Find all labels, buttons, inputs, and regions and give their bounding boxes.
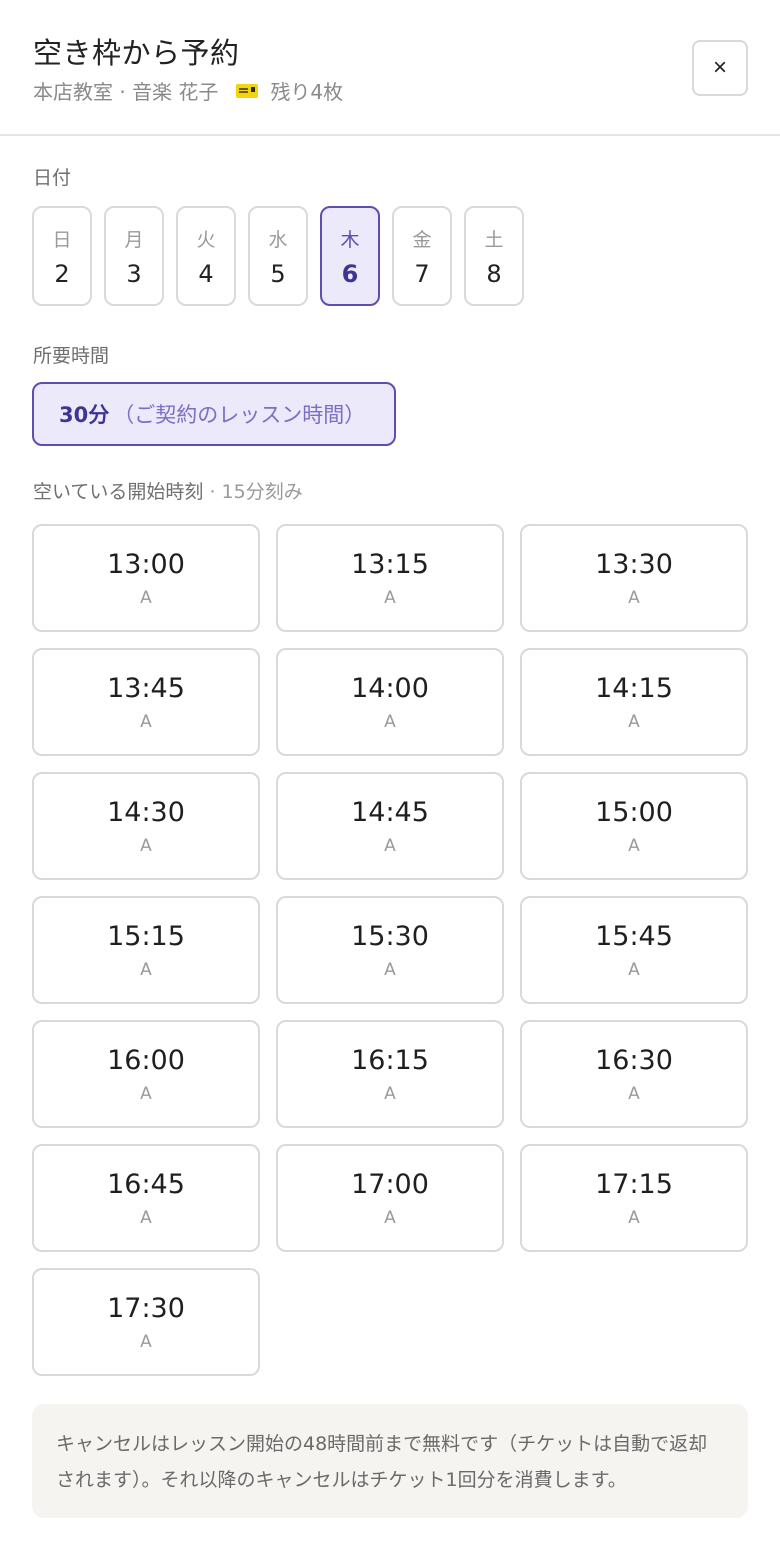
slot-room: A <box>384 959 396 980</box>
slot-time: 13:00 <box>107 548 185 580</box>
modal-subtitle: 本店教室 · 音楽 花子 残り4枚 <box>33 76 343 105</box>
slot-room: A <box>628 587 640 608</box>
date-day-number: 8 <box>486 259 502 288</box>
date-chip[interactable]: 月3 <box>104 206 164 306</box>
time-slot-button[interactable]: 14:15 A <box>520 648 748 756</box>
slot-room: A <box>628 1207 640 1228</box>
slot-time: 15:45 <box>595 920 673 952</box>
time-slot-button[interactable]: 16:45 A <box>32 1144 260 1252</box>
duration-value: 30分 <box>59 403 110 427</box>
slot-time: 15:00 <box>595 796 673 828</box>
slot-time: 16:00 <box>107 1044 185 1076</box>
date-day-number: 2 <box>54 259 70 288</box>
slot-room: A <box>384 711 396 732</box>
slots-interval-label: · 15分刻み <box>203 481 303 503</box>
time-slot-button[interactable]: 15:30 A <box>276 896 504 1004</box>
time-slot-button[interactable]: 13:15 A <box>276 524 504 632</box>
time-slot-button[interactable]: 16:15 A <box>276 1020 504 1128</box>
slots-label: 空いている開始時刻 <box>33 481 204 503</box>
duration-note: （ご契約のレッスン時間） <box>113 403 366 427</box>
date-weekday: 土 <box>484 228 504 251</box>
slot-room: A <box>628 1083 640 1104</box>
slot-room: A <box>628 959 640 980</box>
date-day-number: 5 <box>270 259 286 288</box>
slot-time: 16:15 <box>351 1044 429 1076</box>
time-slot-button[interactable]: 14:00 A <box>276 648 504 756</box>
ticket-icon <box>236 83 259 98</box>
date-chip[interactable]: 火4 <box>176 206 236 306</box>
slot-room: A <box>140 835 152 856</box>
date-day-number: 3 <box>126 259 142 288</box>
slot-room: A <box>384 587 396 608</box>
time-slot-button[interactable]: 15:15 A <box>32 896 260 1004</box>
slot-room: A <box>384 1207 396 1228</box>
time-slot-button[interactable]: 16:30 A <box>520 1020 748 1128</box>
slot-time: 14:30 <box>107 796 185 828</box>
date-weekday: 月 <box>124 228 144 251</box>
close-button[interactable]: × <box>692 40 748 96</box>
modal-title: 空き枠から予約 <box>33 36 240 70</box>
slots-section-label: 空いている開始時刻 · 15分刻み <box>33 477 303 504</box>
date-weekday: 木 <box>340 228 360 251</box>
slot-time: 14:00 <box>351 672 429 704</box>
date-weekday: 火 <box>196 228 216 251</box>
time-slot-button[interactable]: 16:00 A <box>32 1020 260 1128</box>
time-slot-button[interactable]: 15:45 A <box>520 896 748 1004</box>
date-day-number: 4 <box>198 259 214 288</box>
time-slot-button[interactable]: 13:45 A <box>32 648 260 756</box>
slot-room: A <box>140 959 152 980</box>
time-slot-button[interactable]: 13:00 A <box>32 524 260 632</box>
modal-header: 空き枠から予約 本店教室 · 音楽 花子 残り4枚 × <box>0 0 780 136</box>
slot-room: A <box>384 1083 396 1104</box>
date-chip[interactable]: 土8 <box>464 206 524 306</box>
slot-room: A <box>140 1331 152 1352</box>
slot-room: A <box>140 587 152 608</box>
date-weekday: 日 <box>52 228 72 251</box>
date-weekday: 水 <box>268 228 288 251</box>
date-weekday: 金 <box>412 228 432 251</box>
time-slot-button[interactable]: 14:45 A <box>276 772 504 880</box>
slot-time: 15:15 <box>107 920 185 952</box>
slot-time: 14:15 <box>595 672 673 704</box>
slot-time: 16:45 <box>107 1168 185 1200</box>
date-chip[interactable]: 水5 <box>248 206 308 306</box>
slot-room: A <box>140 711 152 732</box>
date-day-number: 7 <box>414 259 430 288</box>
time-slot-button[interactable]: 13:30 A <box>520 524 748 632</box>
slot-time: 17:00 <box>351 1168 429 1200</box>
time-slot-button[interactable]: 17:00 A <box>276 1144 504 1252</box>
tickets-remaining: 残り4枚 <box>270 80 344 104</box>
slot-room: A <box>384 835 396 856</box>
slot-room: A <box>140 1083 152 1104</box>
teacher-location-label: 本店教室 · 音楽 花子 <box>33 80 219 104</box>
cancellation-notice: キャンセルはレッスン開始の48時間前まで無料です（チケットは自動で返却されます）… <box>32 1404 748 1518</box>
slot-room: A <box>140 1207 152 1228</box>
date-section-label: 日付 <box>33 167 72 189</box>
slot-time: 14:45 <box>351 796 429 828</box>
slot-time: 15:30 <box>351 920 429 952</box>
time-slot-button[interactable]: 17:30 A <box>32 1268 260 1376</box>
slot-room: A <box>628 711 640 732</box>
date-chip[interactable]: 日2 <box>32 206 92 306</box>
slot-time: 13:30 <box>595 548 673 580</box>
duration-option[interactable]: 30分 （ご契約のレッスン時間） <box>32 382 396 446</box>
slot-time: 17:30 <box>107 1292 185 1324</box>
date-chip[interactable]: 木6 <box>320 206 380 306</box>
slot-room: A <box>628 835 640 856</box>
time-slot-button[interactable]: 15:00 A <box>520 772 748 880</box>
slot-time: 16:30 <box>595 1044 673 1076</box>
duration-section-label: 所要時間 <box>33 345 110 367</box>
date-day-number: 6 <box>341 259 359 288</box>
date-picker: 日2月3火4水5木6金7土8 <box>32 206 524 306</box>
time-slot-grid: 13:00 A 13:15 A 13:30 A 13:45 A 14:00 A 14:15 A 14:3… <box>32 524 748 1376</box>
date-chip[interactable]: 金7 <box>392 206 452 306</box>
slot-time: 13:45 <box>107 672 185 704</box>
slot-time: 17:15 <box>595 1168 673 1200</box>
slot-time: 13:15 <box>351 548 429 580</box>
time-slot-button[interactable]: 14:30 A <box>32 772 260 880</box>
time-slot-button[interactable]: 17:15 A <box>520 1144 748 1252</box>
